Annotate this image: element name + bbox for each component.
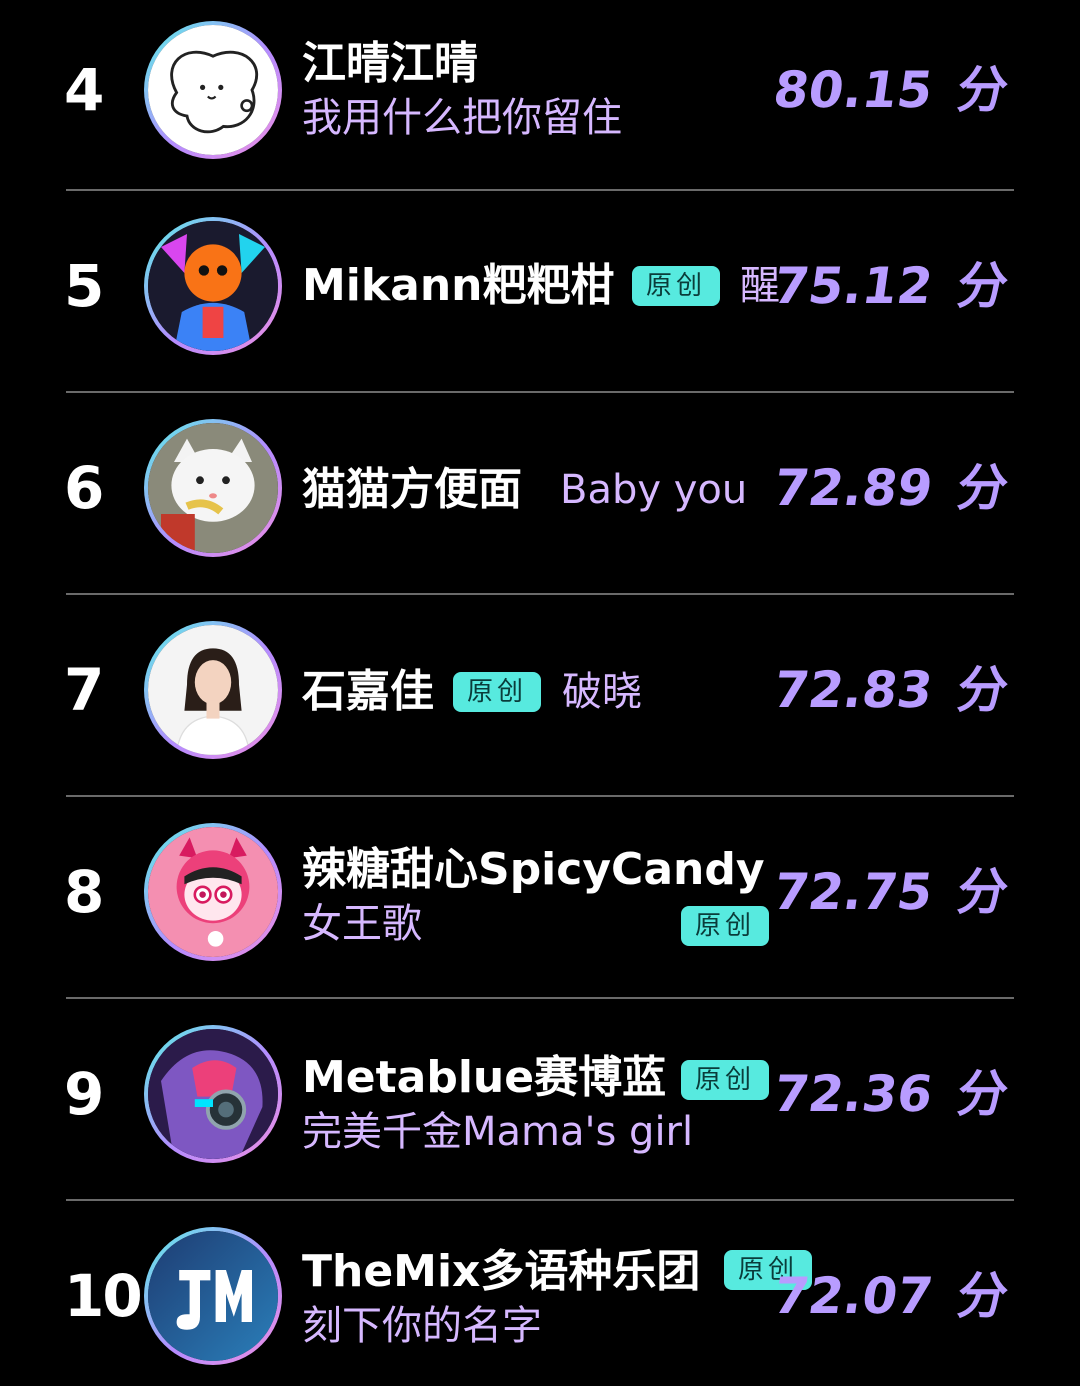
row-divider xyxy=(66,391,1014,393)
artist-name: 石嘉佳 xyxy=(302,666,434,717)
row-divider xyxy=(66,189,1014,191)
ranking-row[interactable]: 10 TheMix多语种乐团 原创 刻下你的名字 72.07 分 xyxy=(0,1206,1080,1386)
row-divider xyxy=(66,593,1014,595)
rank-number: 5 xyxy=(64,252,104,320)
rank-number: 9 xyxy=(64,1060,104,1128)
score-value: 72.89 xyxy=(770,459,937,517)
score-unit: 分 xyxy=(953,863,1013,921)
score-value: 72.75 xyxy=(770,863,937,921)
score-unit: 分 xyxy=(953,1267,1013,1325)
avatar[interactable] xyxy=(144,1025,282,1163)
song-title: 完美千金Mama's girl xyxy=(302,1109,694,1155)
rank-number: 4 xyxy=(64,56,104,124)
ranking-row[interactable]: 8 辣糖甜心SpicyCandy 女王歌 原创 72.75 分 xyxy=(0,802,1080,982)
row-divider xyxy=(66,997,1014,999)
rank-number: 6 xyxy=(64,454,104,522)
avatar[interactable] xyxy=(144,21,282,159)
artist-name: 猫猫方便面 xyxy=(302,464,522,515)
original-badge: 原创 xyxy=(632,266,721,306)
avatar[interactable] xyxy=(144,419,282,557)
score: 72.36 分 xyxy=(770,1065,1012,1123)
score: 80.15 分 xyxy=(770,61,1012,119)
artist-name: 辣糖甜心SpicyCandy xyxy=(302,844,765,895)
ranking-list: 4 江晴江晴 我用什么把你留住 80.15 分 5 Mikann粑粑柑 原创 醒… xyxy=(0,0,1080,1375)
score: 75.12 分 xyxy=(770,257,1012,315)
score-value: 72.83 xyxy=(770,661,937,719)
cartoon-bunny-avatar-icon xyxy=(148,25,278,155)
score: 72.07 分 xyxy=(770,1267,1012,1325)
score-unit: 分 xyxy=(953,661,1013,719)
score-value: 75.12 xyxy=(770,257,937,315)
avatar[interactable] xyxy=(144,823,282,961)
woman-portrait-avatar-icon xyxy=(148,625,278,755)
score-value: 72.07 xyxy=(770,1267,937,1325)
cyber-character-avatar-icon xyxy=(148,1029,278,1159)
ranking-row[interactable]: 4 江晴江晴 我用什么把你留住 80.15 分 xyxy=(0,0,1080,180)
anime-character-avatar-icon xyxy=(148,221,278,351)
ranking-row[interactable]: 5 Mikann粑粑柑 原创 醒 75.12 分 xyxy=(0,196,1080,376)
pink-devil-avatar-icon xyxy=(148,827,278,957)
score: 72.83 分 xyxy=(770,661,1012,719)
score-unit: 分 xyxy=(953,61,1013,119)
row-divider xyxy=(66,795,1014,797)
ranking-row[interactable]: 9 Metablue赛博蓝 原创 完美千金Mama's girl 72.36 分 xyxy=(0,1004,1080,1184)
ranking-row[interactable]: 6 猫猫方便面 Baby you 72.89 分 xyxy=(0,398,1080,578)
song-title: 女王歌 xyxy=(302,901,422,947)
themix-logo-avatar-icon xyxy=(148,1231,278,1361)
avatar[interactable] xyxy=(144,621,282,759)
rank-number: 8 xyxy=(64,858,104,926)
avatar[interactable] xyxy=(144,217,282,355)
artist-name: TheMix多语种乐团 xyxy=(302,1246,701,1297)
rank-number: 10 xyxy=(64,1262,143,1330)
score-unit: 分 xyxy=(953,459,1013,517)
rank-number: 7 xyxy=(64,656,104,724)
score-value: 72.36 xyxy=(770,1065,937,1123)
avatar[interactable] xyxy=(144,1227,282,1365)
score-unit: 分 xyxy=(953,257,1013,315)
artist-name: Metablue赛博蓝 xyxy=(302,1052,667,1103)
artist-name: 江晴江晴 xyxy=(302,38,478,89)
original-badge: 原创 xyxy=(453,672,542,712)
song-title: 破晓 xyxy=(562,669,642,715)
ranking-row[interactable]: 7 石嘉佳 原创 破晓 72.83 分 xyxy=(0,600,1080,780)
white-cat-avatar-icon xyxy=(148,423,278,553)
row-divider xyxy=(66,1199,1014,1201)
song-title: Baby you xyxy=(560,467,748,513)
score-unit: 分 xyxy=(953,1065,1013,1123)
song-title: 刻下你的名字 xyxy=(302,1303,542,1349)
artist-name: Mikann粑粑柑 xyxy=(302,260,615,311)
original-badge: 原创 xyxy=(681,906,770,946)
score-value: 80.15 xyxy=(770,61,937,119)
score: 72.75 分 xyxy=(770,863,1012,921)
original-badge: 原创 xyxy=(681,1060,770,1100)
song-title: 我用什么把你留住 xyxy=(302,95,622,141)
score: 72.89 分 xyxy=(770,459,1012,517)
